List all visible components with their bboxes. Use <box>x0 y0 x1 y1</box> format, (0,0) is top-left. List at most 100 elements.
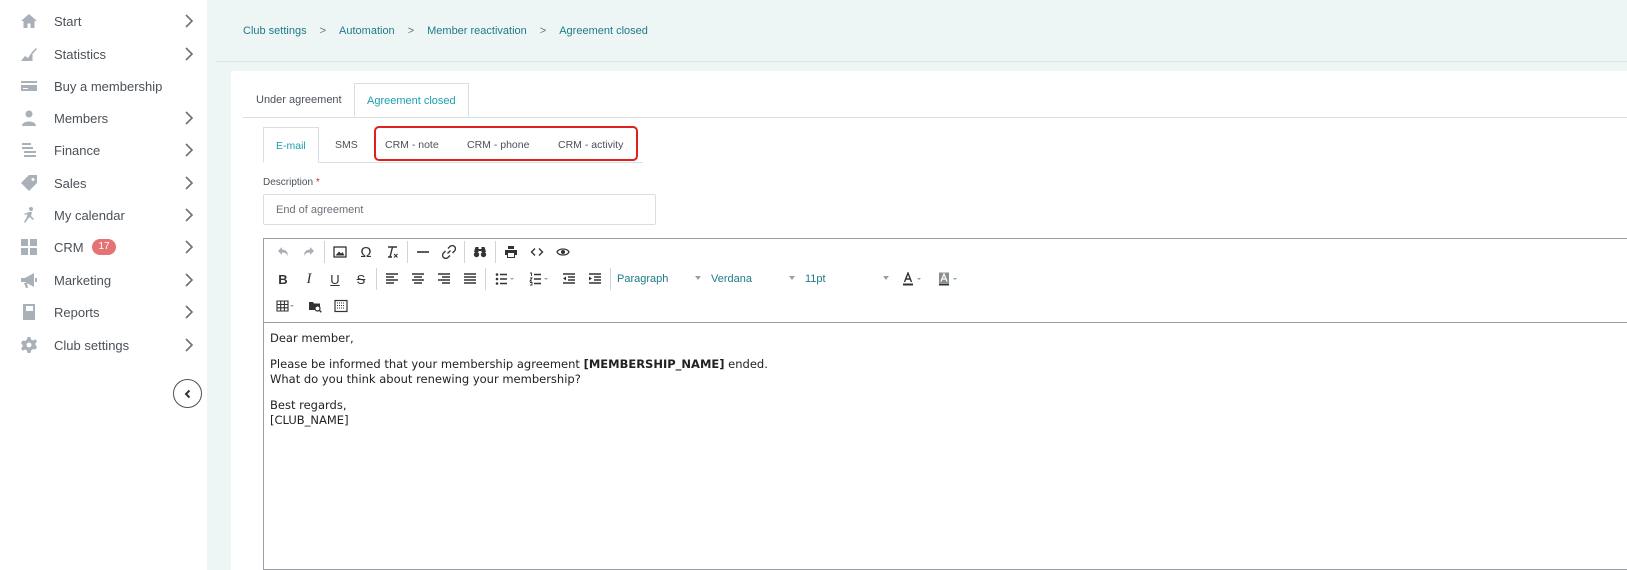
redo-button[interactable] <box>296 240 322 264</box>
special-char-button[interactable]: Ω <box>353 240 379 264</box>
breadcrumb-club-settings[interactable]: Club settings <box>243 25 307 37</box>
numbered-list-button[interactable] <box>522 267 556 291</box>
sidebar-item-statistics[interactable]: Statistics <box>0 38 207 70</box>
tab-under-agreement[interactable]: Under agreement <box>256 83 342 117</box>
sidebar-item-label: Buy a membership <box>54 78 163 94</box>
font-select[interactable]: Verdana <box>707 267 801 291</box>
preview-button[interactable] <box>550 240 576 264</box>
tab-sms[interactable]: SMS <box>335 127 358 163</box>
editor-content[interactable]: Dear member, Please be informed that you… <box>270 331 1610 428</box>
chevron-right-icon <box>184 273 194 287</box>
undo-button[interactable] <box>270 240 296 264</box>
underline-button[interactable]: U <box>322 267 348 291</box>
sidebar-item-crm[interactable]: CRM 17 <box>0 231 207 263</box>
chevron-right-icon <box>184 143 194 157</box>
finance-icon <box>20 141 38 159</box>
chevron-right-icon: > <box>539 25 547 37</box>
binoculars-icon <box>473 247 487 258</box>
sidebar-item-finance[interactable]: Finance <box>0 134 207 166</box>
toolbar-separator <box>464 241 465 263</box>
chevron-right-icon: > <box>319 25 327 37</box>
chevron-down-icon <box>789 276 795 280</box>
template-icon <box>334 299 348 313</box>
outdent-button[interactable] <box>556 267 582 291</box>
tab-agreement-closed[interactable]: Agreement closed <box>354 83 469 117</box>
breadcrumb-agreement-closed[interactable]: Agreement closed <box>559 25 648 37</box>
toolbar-separator <box>324 241 325 263</box>
sidebar-item-label: Sales <box>54 175 87 191</box>
description-input[interactable] <box>263 194 656 225</box>
chevron-right-icon <box>184 240 194 254</box>
sidebar-item-marketing[interactable]: Marketing <box>0 264 207 296</box>
background-color-button[interactable] <box>931 267 967 291</box>
italic-button[interactable]: I <box>296 267 322 291</box>
template-button[interactable] <box>328 294 354 318</box>
bold-icon: B <box>278 271 288 287</box>
toolbar-separator <box>610 268 611 290</box>
find-button[interactable] <box>467 240 493 264</box>
link-button[interactable] <box>436 240 462 264</box>
format-select[interactable]: Paragraph <box>613 267 707 291</box>
sidebar-item-start[interactable]: Start <box>0 5 207 37</box>
breadcrumb-member-reactivation[interactable]: Member reactivation <box>427 25 527 37</box>
collapse-sidebar-button[interactable] <box>173 379 202 408</box>
email-body-line-1: Please be informed that your membership … <box>270 357 1610 372</box>
card-icon <box>20 77 38 95</box>
folder-search-icon <box>309 302 322 313</box>
source-code-button[interactable] <box>524 240 550 264</box>
chevron-down-icon <box>695 276 701 280</box>
italic-icon: I <box>306 270 312 287</box>
align-center-button[interactable] <box>405 267 431 291</box>
email-body-line-2: What do you think about renewing your me… <box>270 372 581 386</box>
sidebar-item-my-calendar[interactable]: My calendar <box>0 199 207 231</box>
text-color-button[interactable] <box>895 267 931 291</box>
breadcrumb-automation[interactable]: Automation <box>339 25 395 37</box>
toolbar-row-3 <box>270 293 354 319</box>
justify-button[interactable] <box>457 267 483 291</box>
club-name-placeholder: [CLUB_NAME] <box>270 413 349 427</box>
print-button[interactable] <box>498 240 524 264</box>
horizontal-line-icon <box>417 251 429 253</box>
required-mark: * <box>315 177 320 188</box>
bullet-list-button[interactable] <box>488 267 522 291</box>
tab-email[interactable]: E-mail <box>263 127 319 163</box>
sidebar-item-club-settings[interactable]: Club settings <box>0 329 207 361</box>
sidebar-item-sales[interactable]: Sales <box>0 167 207 199</box>
font-size-select[interactable]: 11pt <box>801 267 895 291</box>
bold-button[interactable]: B <box>270 267 296 291</box>
chevron-right-icon <box>184 338 194 352</box>
sidebar-item-members[interactable]: Members <box>0 102 207 134</box>
chevron-left-icon <box>184 389 190 398</box>
email-signoff: Best regards, <box>270 398 347 412</box>
sidebar-item-label: Start <box>54 13 82 29</box>
print-icon <box>505 246 517 258</box>
strikethrough-button[interactable]: S <box>348 267 374 291</box>
horizontal-line-button[interactable] <box>410 240 436 264</box>
toolbar-separator <box>495 241 496 263</box>
align-right-button[interactable] <box>431 267 457 291</box>
eye-icon <box>556 248 570 256</box>
insert-image-button[interactable] <box>327 240 353 264</box>
underline-icon: U <box>330 271 340 287</box>
clear-format-button[interactable] <box>379 240 405 264</box>
chevron-down-icon <box>883 276 889 280</box>
sidebar-item-reports[interactable]: Reports <box>0 296 207 328</box>
outdent-icon <box>563 273 575 284</box>
chevron-right-icon <box>184 111 194 125</box>
omega-icon: Ω <box>360 243 372 261</box>
sidebar-item-label: Club settings <box>54 337 130 353</box>
sidebar: Start Statistics Buy a membership Member… <box>0 0 207 570</box>
justify-icon <box>464 273 476 284</box>
indent-button[interactable] <box>582 267 608 291</box>
highlight-color-icon <box>939 272 957 286</box>
sidebar-item-buy-membership[interactable]: Buy a membership <box>0 70 207 102</box>
file-manager-button[interactable] <box>302 294 328 318</box>
font-select-value: Verdana <box>711 273 752 285</box>
font-size-select-value: 11pt <box>805 273 826 285</box>
toolbar-separator <box>376 268 377 290</box>
align-left-button[interactable] <box>379 267 405 291</box>
sidebar-item-label: Reports <box>54 304 100 320</box>
table-button[interactable] <box>270 294 302 318</box>
format-select-value: Paragraph <box>617 273 669 285</box>
